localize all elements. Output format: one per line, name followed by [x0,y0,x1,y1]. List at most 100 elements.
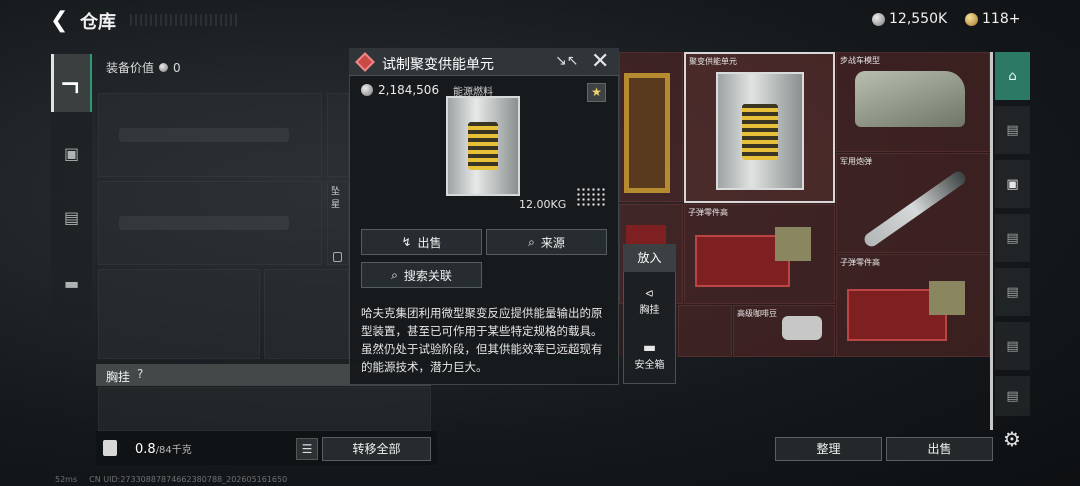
equipment-value-label: 装备价值 [106,61,155,75]
tab-storage-6[interactable]: ▤ [995,376,1030,416]
put-into-safe-box[interactable]: ▬ 安全箱 [623,340,676,371]
tab-storage-4[interactable]: ▤ [995,268,1030,316]
put-into-chest-rig-label: 胸挂 [639,305,660,316]
put-into-header: 放入 [623,244,676,272]
nav-case[interactable]: ▬ [51,254,92,312]
bag-icon [103,440,117,456]
storage-icon: ⌂ [1008,68,1017,84]
search-icon: ⌕ [528,234,535,249]
equipment-value-amount: 0 [173,60,181,75]
tab-storage-2[interactable]: ▣ [995,160,1030,208]
storage-item-artillery-shell[interactable]: 军用炮弹 [836,153,990,253]
status-bar: 52ms CN UID:2733088787466238078​8_202605… [55,475,287,484]
item-label: 子弹零件高 [688,208,728,217]
helmet-icon: ▣ [63,143,80,163]
star-icon: ★ [591,85,602,99]
item-label: 高级咖啡豆 [737,309,777,318]
item-label: 步战车模型 [840,56,880,65]
folder-icon: ▣ [1006,176,1019,192]
title-decoration [130,14,240,26]
folder-icon: ▤ [1006,338,1019,354]
storage-item-small[interactable] [678,305,732,357]
put-into-safe-box-label: 安全箱 [634,360,665,371]
item-price: 2,184,506 [361,83,439,97]
rifle-silhouette-icon [119,128,289,142]
briefcase-icon: ▬ [63,273,80,293]
uid-text: CN UID:2733088787466238078​8_20260516165… [89,475,288,484]
storage-item-bullet-parts-2[interactable]: 子弹零件高 [836,254,990,357]
left-category-nav: ━┓ ▣ ▤ ▬ [51,52,92,322]
tab-storage-main[interactable]: ⌂ [995,52,1030,100]
silver-amount: 12,550K [889,11,948,27]
tab-storage-1[interactable]: ▤ [995,106,1030,154]
secondary-weapon-slot[interactable] [98,181,322,265]
item-label: 子弹零件高 [840,258,880,267]
scrollbar[interactable] [990,52,993,430]
primary-weapon-slot[interactable] [98,93,322,177]
nav-backpack[interactable]: ▤ [51,188,92,246]
lock-icon [333,252,342,262]
storage-item-bullet-parts[interactable]: 子弹零件高 [684,204,835,304]
ping-value: 52ms [55,475,78,484]
chest-rig-slot[interactable] [98,387,431,431]
folder-icon: ▤ [1006,122,1019,138]
search-related-button[interactable]: ⌕ 搜索关联 [361,262,482,288]
silver-coin-icon [872,12,885,26]
tab-storage-5[interactable]: ▤ [995,322,1030,370]
sort-button[interactable]: 整理 [775,437,882,461]
silver-currency: 12,550K [872,11,947,27]
close-icon[interactable]: ✕ [591,49,609,74]
carry-weight-value: 0.8 [135,442,156,457]
coffee-bag-icon [782,316,822,340]
grid-size-icon [576,187,606,207]
silver-coin-icon [159,63,169,72]
ammo-box-icon [929,281,965,315]
sidearm-slot[interactable] [327,93,349,177]
body-armor-slot[interactable] [264,269,349,359]
pistol-icon: ━┓ [62,73,82,93]
gold-amount: 118+ [982,11,1021,27]
melee-slot[interactable]: 坠星 [327,181,349,265]
folder-icon: ▤ [1006,230,1019,246]
carry-weight-max: /84千克 [155,445,192,456]
help-icon[interactable]: ? [137,367,143,381]
painting-item[interactable] [619,52,683,202]
folder-icon: ▤ [1006,284,1019,300]
sell-button[interactable]: 出售 [886,437,993,461]
tab-storage-3[interactable]: ▤ [995,214,1030,262]
gear-icon[interactable]: ⚙ [1001,428,1023,450]
shrink-icon[interactable]: ↘↖ [555,53,578,69]
folder-icon: ▤ [1006,388,1019,404]
source-button[interactable]: ⌕ 来源 [486,229,607,255]
helmet-slot[interactable] [98,269,260,359]
sell-icon: ↯ [401,235,412,249]
backpack-icon: ▤ [63,207,80,227]
nav-armor[interactable]: ▣ [51,124,92,182]
search-icon: ⌕ [391,267,398,282]
list-icon: ☰ [301,442,313,456]
gold-currency[interactable]: 118+ [965,11,1020,27]
item-label: 聚变供能单元 [689,57,737,66]
storage-item-coffee[interactable]: 高级咖啡豆 [733,305,835,357]
storage-item-fusion-unit[interactable]: 聚变供能单元 [684,52,835,203]
popup-title: 试制聚变供能单元 [382,57,494,73]
silver-coin-icon [361,84,373,96]
transfer-all-button[interactable]: 转移全部 [322,437,431,461]
nav-weapons[interactable]: ━┓ [51,54,92,112]
fusion-unit-icon [716,72,804,190]
back-button[interactable]: ❮ [50,10,72,32]
list-view-button[interactable]: ☰ [296,438,318,460]
put-into-chest-rig[interactable]: ⪦ 胸挂 [623,285,676,316]
favorite-star-button[interactable]: ★ [587,83,606,102]
vest-icon: ⪦ [645,285,654,301]
briefcase-icon: ▬ [642,340,657,356]
shell-icon [861,168,969,250]
storage-item-ifv-model[interactable]: 步战车模型 [836,52,990,152]
painting-icon [624,73,670,193]
search-related-label: 搜索关联 [403,268,452,283]
item-label: 军用炮弹 [840,157,872,166]
sell-item-button[interactable]: ↯ 出售 [361,229,482,255]
rifle-silhouette-icon [119,216,289,230]
sell-item-label: 出售 [417,235,442,250]
item-price-value: 2,184,506 [378,83,440,97]
